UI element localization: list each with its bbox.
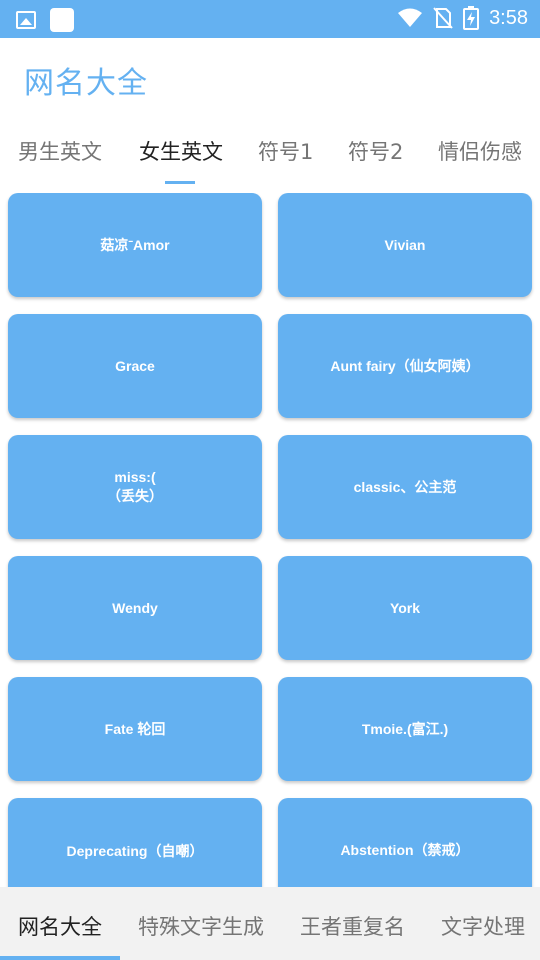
name-card[interactable]: Abstention（禁戒）	[278, 798, 532, 887]
wifi-icon	[398, 8, 423, 27]
name-card[interactable]: Deprecating（自嘲）	[8, 798, 262, 887]
name-card[interactable]: classic、公主范	[278, 435, 532, 539]
tab-symbols-1[interactable]: 符号1	[258, 136, 313, 166]
no-sim-icon	[433, 7, 453, 29]
name-card[interactable]: Vivian	[278, 193, 532, 297]
battery-charging-icon	[463, 6, 480, 30]
name-card[interactable]: miss:( （丢失）	[8, 435, 262, 539]
name-card[interactable]: Grace	[8, 314, 262, 418]
status-bar: 3:58	[0, 0, 540, 38]
bottom-navigation: 网名大全 特殊文字生成 王者重复名 文字处理	[0, 887, 540, 960]
app-square-icon	[50, 8, 74, 32]
name-card[interactable]: Wendy	[8, 556, 262, 660]
name-card[interactable]: York	[278, 556, 532, 660]
name-card[interactable]: Aunt fairy（仙女阿姨）	[278, 314, 532, 418]
nav-text-processing[interactable]: 文字处理	[441, 911, 525, 941]
tab-indicator	[165, 181, 195, 184]
nav-honor-of-kings-duplicate-names[interactable]: 王者重复名	[300, 911, 405, 941]
image-icon	[16, 11, 36, 29]
clock: 3:58	[489, 6, 528, 29]
name-card[interactable]: 菇凉ˉAmor	[8, 193, 262, 297]
tab-couple-sad[interactable]: 情侣伤感	[438, 136, 522, 166]
tab-symbols-2[interactable]: 符号2	[348, 136, 403, 166]
tab-boys-english[interactable]: 男生英文	[18, 136, 102, 166]
page-title: 网名大全	[24, 66, 148, 101]
name-grid[interactable]: 菇凉ˉAmor Vivian Grace Aunt fairy（仙女阿姨） mi…	[0, 193, 540, 887]
tab-girls-english[interactable]: 女生英文	[139, 136, 223, 166]
nav-special-text-generator[interactable]: 特殊文字生成	[138, 911, 264, 941]
category-tabs: 男生英文 女生英文 符号1 符号2 情侣伤感	[0, 128, 540, 184]
name-card[interactable]: Fate 轮回	[8, 677, 262, 781]
bottom-nav-indicator	[0, 956, 120, 960]
nav-name-collection[interactable]: 网名大全	[18, 911, 102, 941]
name-card[interactable]: Tmoie.(富江.)	[278, 677, 532, 781]
